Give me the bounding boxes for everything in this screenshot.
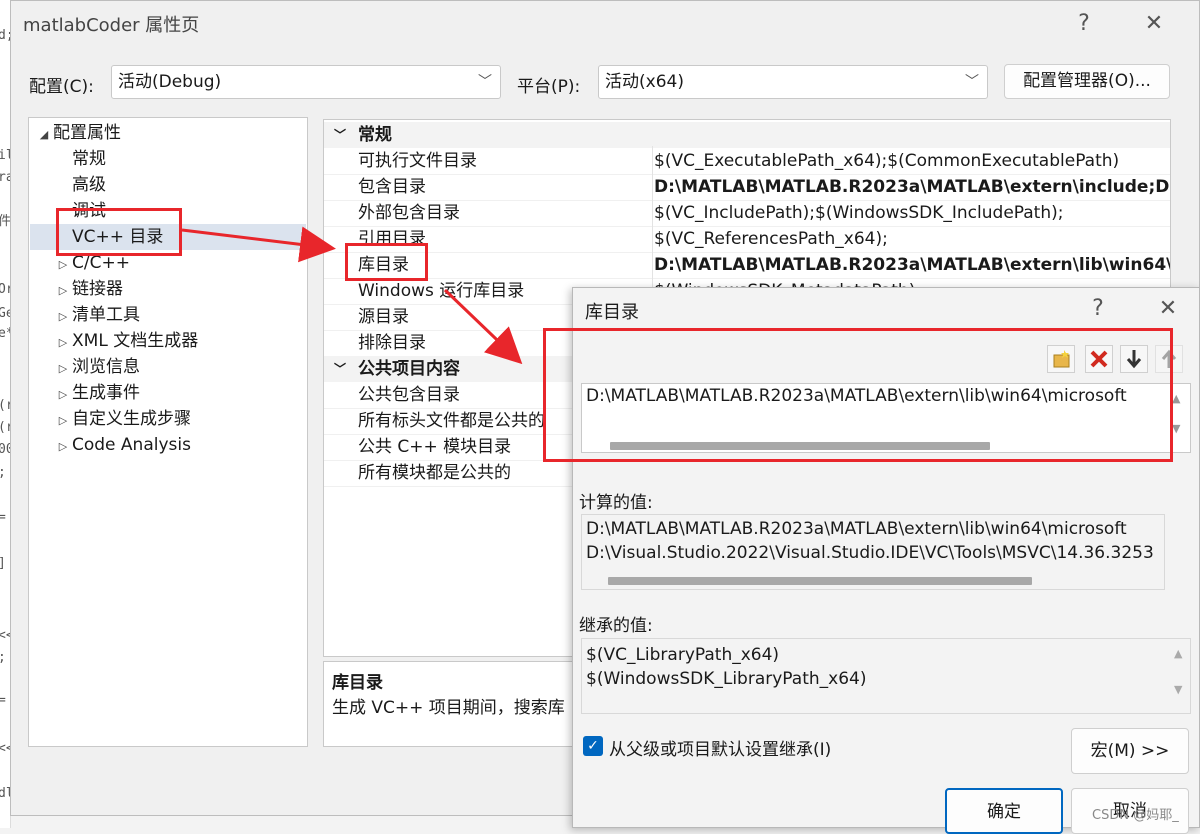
chevron-down-icon: ﹀ (478, 74, 492, 90)
description-text: 生成 VC++ 项目期间，搜索库 (332, 698, 565, 718)
category-general-label: 常规 (358, 125, 392, 145)
property-row[interactable]: 包含目录 D:\MATLAB\MATLAB.R2023a\MATLAB\exter… (324, 174, 1170, 201)
tree-item-label: 常规 (72, 149, 106, 169)
property-row[interactable]: 引用目录 $(VC_ReferencesPath_x64); (324, 226, 1170, 253)
tree-item-label: 生成事件 (72, 383, 140, 403)
tree-item[interactable]: ▷ 清单工具 (30, 302, 306, 328)
tree-item-label: XML 文档生成器 (72, 331, 199, 351)
code-fragment: = (0, 510, 6, 525)
property-row[interactable]: 外部包含目录 $(VC_IncludePath);$(WindowsSDK_Inc… (324, 200, 1170, 227)
collapse-chevron-icon: ﹀ (334, 362, 347, 376)
evaluated-label: 计算的值: (579, 493, 653, 513)
code-fragment: = (0, 693, 6, 708)
tree-item[interactable]: ▷ 链接器 (30, 276, 306, 302)
inherited-values-box: $(VC_LibraryPath_x64) $(WindowsSDK_Libra… (581, 638, 1191, 714)
scroll-up-icon[interactable]: ▲ (1174, 647, 1182, 660)
collapsed-triangle-icon: ▷ (58, 388, 68, 401)
collapsed-triangle-icon: ▷ (58, 414, 68, 427)
property-value[interactable]: $(VC_ReferencesPath_x64); (654, 226, 1170, 252)
inherit-checkbox-label[interactable]: 从父级或项目默认设置继承(I) (609, 735, 831, 760)
tree-item[interactable]: ▷ Code Analysis (30, 432, 306, 458)
property-value[interactable]: D:\MATLAB\MATLAB.R2023a\MATLAB\extern\li… (654, 252, 1170, 278)
code-fragment: ; (0, 650, 6, 665)
platform-value: 活动(x64) (605, 72, 684, 92)
tree-item-label: 浏览信息 (72, 357, 140, 377)
property-row[interactable]: 可执行文件目录 $(VC_ExecutablePath_x64);$(Common… (324, 148, 1170, 175)
code-fragment: ; (0, 465, 6, 480)
macro-button[interactable]: 宏(M) >> (1071, 728, 1189, 774)
dialog-title: 库目录 (585, 302, 639, 323)
collapsed-triangle-icon: ▷ (58, 336, 68, 349)
property-name: 所有标头文件都是公共的 (358, 411, 545, 431)
tree-item-label: C/C++ (72, 253, 130, 273)
tree-item-label: 自定义生成步骤 (72, 409, 191, 429)
annotation-box-edit-area (543, 328, 1173, 462)
evaluated-line-1: D:\MATLAB\MATLAB.R2023a\MATLAB\extern\li… (586, 519, 1127, 539)
category-public-label: 公共项目内容 (358, 359, 460, 379)
property-name: 源目录 (358, 307, 409, 327)
tree-item[interactable]: 常规 (30, 146, 306, 172)
inherited-line-1: $(VC_LibraryPath_x64) (586, 645, 780, 665)
property-value[interactable]: D:\MATLAB\MATLAB.R2023a\MATLAB\extern\in… (654, 174, 1170, 200)
tree-item[interactable]: ▷ XML 文档生成器 (30, 328, 306, 354)
help-icon[interactable]: ? (1069, 9, 1099, 39)
config-manager-button[interactable]: 配置管理器(O)... (1004, 64, 1170, 99)
tree-item[interactable]: ▷ 生成事件 (30, 380, 306, 406)
property-row[interactable]: 库目录 D:\MATLAB\MATLAB.R2023a\MATLAB\extern… (324, 252, 1170, 279)
tree-root[interactable]: ◢ 配置属性 (35, 120, 121, 146)
inherited-label: 继承的值: (579, 616, 653, 636)
description-title: 库目录 (332, 673, 383, 693)
platform-label: 平台(P): (517, 77, 581, 97)
evaluated-values-box: D:\MATLAB\MATLAB.R2023a\MATLAB\extern\li… (581, 514, 1165, 590)
description-panel: 库目录 生成 VC++ 项目期间，搜索库 (323, 661, 583, 747)
collapsed-triangle-icon: ▷ (58, 440, 68, 453)
evaluated-scrollbar[interactable] (608, 577, 1032, 585)
property-name: 所有模块都是公共的 (358, 463, 511, 483)
tree-item-label: 清单工具 (72, 305, 140, 325)
collapsed-triangle-icon: ▷ (58, 362, 68, 375)
tree-item[interactable]: ▷ 浏览信息 (30, 354, 306, 380)
tree-item[interactable]: ▷ 自定义生成步骤 (30, 406, 306, 432)
property-name: 公共包含目录 (358, 385, 460, 405)
config-value: 活动(Debug) (118, 72, 222, 92)
annotation-box-lib-dirs (345, 243, 428, 281)
tree-item[interactable]: 高级 (30, 172, 306, 198)
config-label: 配置(C): (29, 77, 94, 97)
tree-item-label: 链接器 (72, 279, 123, 299)
ok-button[interactable]: 确定 (945, 788, 1063, 834)
platform-combo[interactable]: 活动(x64) ﹀ (598, 65, 988, 99)
property-name: 包含目录 (358, 177, 426, 197)
property-name: 可执行文件目录 (358, 151, 477, 171)
scroll-down-icon[interactable]: ▼ (1174, 683, 1182, 696)
property-value[interactable]: $(VC_ExecutablePath_x64);$(CommonExecuta… (654, 148, 1170, 174)
evaluated-line-2: D:\Visual.Studio.2022\Visual.Studio.IDE\… (586, 543, 1154, 563)
inherit-checkbox[interactable]: ✓ (583, 736, 603, 756)
property-name: Windows 运行库目录 (358, 281, 525, 301)
scroll-up-icon[interactable]: ▲ (1172, 392, 1180, 405)
tree-item-label: 高级 (72, 175, 106, 195)
tree-root-label: 配置属性 (53, 123, 121, 143)
category-general[interactable]: ﹀ 常规 (324, 122, 1170, 148)
close-icon[interactable]: ✕ (1139, 9, 1169, 39)
config-combo[interactable]: 活动(Debug) ﹀ (111, 65, 501, 99)
collapsed-triangle-icon: ▷ (58, 284, 68, 297)
property-value[interactable]: $(VC_IncludePath);$(WindowsSDK_IncludePa… (654, 200, 1170, 226)
watermark: CSDN @妈耶_ (1092, 808, 1179, 823)
annotation-box-vc-dirs (56, 208, 182, 256)
inherited-line-2: $(WindowsSDK_LibraryPath_x64) (586, 669, 867, 689)
dialog-help-icon[interactable]: ? (1083, 294, 1113, 324)
code-fragment: ] (0, 556, 6, 571)
property-name: 外部包含目录 (358, 203, 460, 223)
property-name: 排除目录 (358, 333, 426, 353)
dialog-close-icon[interactable]: ✕ (1153, 294, 1183, 324)
collapse-chevron-icon: ﹀ (334, 128, 347, 142)
window-title: matlabCoder 属性页 (23, 15, 200, 36)
collapsed-triangle-icon: ▷ (58, 310, 68, 323)
chevron-down-icon: ﹀ (965, 74, 979, 90)
property-name: 公共 C++ 模块目录 (358, 437, 512, 457)
expanded-triangle-icon: ◢ (39, 128, 49, 141)
scroll-down-icon[interactable]: ▼ (1172, 422, 1180, 435)
tree-item-label: Code Analysis (72, 435, 191, 455)
